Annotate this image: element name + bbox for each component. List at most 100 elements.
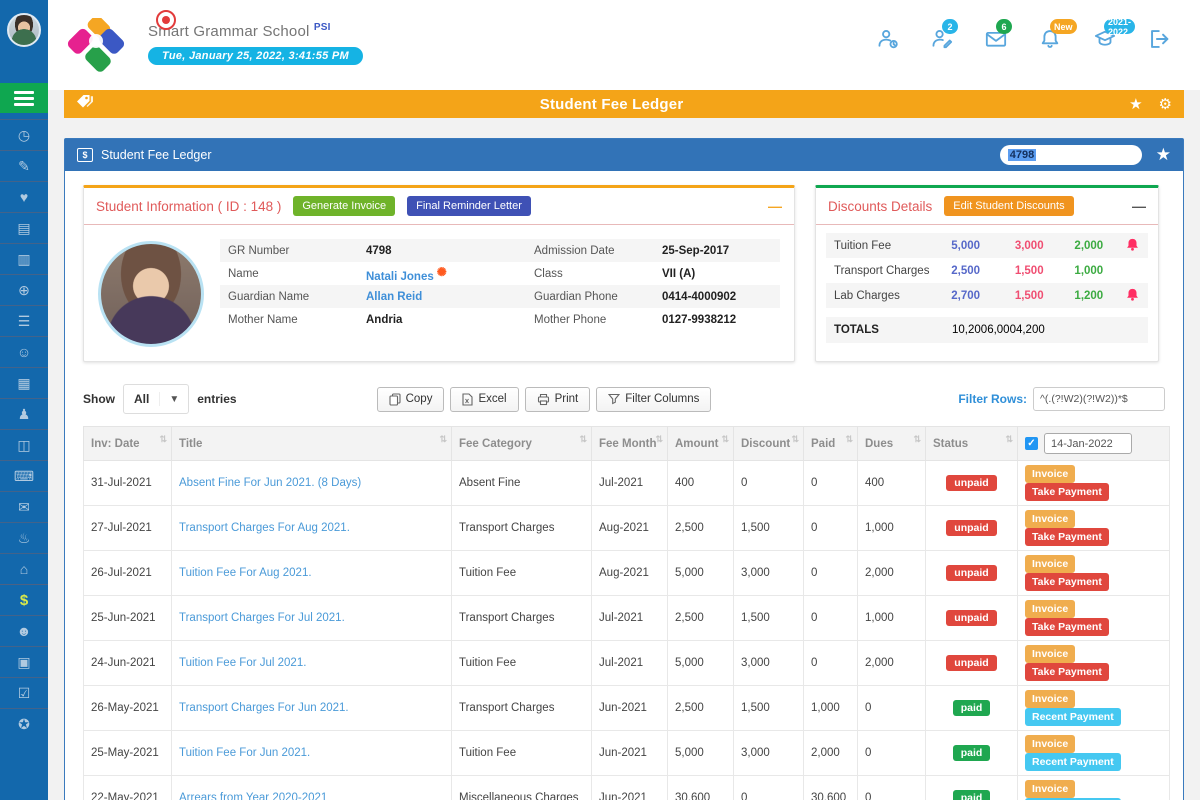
sidebar-item-parents[interactable]: ☻ (0, 615, 48, 646)
print-button[interactable]: Print (525, 387, 591, 412)
academic-session-icon[interactable]: 2021-2022 (1092, 28, 1118, 50)
invoice-button[interactable]: Invoice (1025, 690, 1075, 708)
sidebar-item-students[interactable]: ☺ (0, 336, 48, 367)
take-payment-button[interactable]: Take Payment (1025, 483, 1109, 501)
edit-student-discounts-button[interactable]: Edit Student Discounts (944, 196, 1073, 216)
excel-button[interactable]: Excel (450, 387, 518, 412)
col-inv-date[interactable]: Inv: Date⇅ (84, 427, 172, 461)
tags-icon[interactable] (76, 94, 94, 114)
gr-number-search-input[interactable]: 4798 (1000, 145, 1142, 165)
settings-gear-icon[interactable]: ⚙ (1159, 95, 1172, 113)
invoice-button[interactable]: Invoice (1025, 780, 1075, 798)
flower-icon[interactable]: ✺ (437, 265, 447, 279)
logout-icon[interactable] (1148, 28, 1172, 50)
take-payment-button[interactable]: Take Payment (1025, 663, 1109, 681)
status-cell: unpaid (926, 551, 1018, 596)
sidebar-item-tasks[interactable]: ☑ (0, 677, 48, 708)
fee-title-link[interactable]: Absent Fine For Jun 2021. (8 Days) (179, 477, 361, 489)
take-payment-button[interactable]: Take Payment (1025, 573, 1109, 591)
notifications-bell-icon[interactable]: New (1038, 28, 1062, 50)
fee-title-link[interactable]: Transport Charges For Jul 2021. (179, 612, 345, 624)
inv-date-cell: 25-Jun-2021 (84, 596, 172, 641)
sidebar-item-online-classes[interactable]: ⌨ (0, 460, 48, 491)
invoice-button[interactable]: Invoice (1025, 600, 1075, 618)
col-paid[interactable]: Paid⇅ (804, 427, 858, 461)
copy-button[interactable]: Copy (377, 387, 445, 412)
discount-name: Tuition Fee (834, 240, 951, 252)
discount-net: 2,000 (1074, 240, 1126, 252)
sidebar-item-fee-collection[interactable]: ▤ (0, 212, 48, 243)
inv-date-cell: 22-May-2021 (84, 776, 172, 800)
month-cell: Jul-2021 (592, 596, 668, 641)
sidebar-item-staff[interactable]: ♟ (0, 398, 48, 429)
entries-select[interactable]: All ▼ (123, 384, 189, 414)
sidebar-item-hostel[interactable]: ♨ (0, 522, 48, 553)
take-payment-button[interactable]: Take Payment (1025, 618, 1109, 636)
favorite-star-icon[interactable]: ★ (1129, 95, 1142, 113)
col-discount[interactable]: Discount⇅ (734, 427, 804, 461)
discounts-card: Discounts Details Edit Student Discounts… (815, 185, 1159, 362)
sidebar-item-dashboard[interactable]: ◷ (0, 119, 48, 150)
final-reminder-letter-button[interactable]: Final Reminder Letter (407, 196, 531, 216)
filter-rows-input[interactable] (1033, 387, 1165, 411)
amount-cell: 2,500 (668, 596, 734, 641)
sidebar-item-attendance[interactable]: ▦ (0, 367, 48, 398)
col-amount[interactable]: Amount⇅ (668, 427, 734, 461)
sidebar-item-fee-ledger[interactable]: $ (0, 584, 48, 615)
actions-cell: InvoiceTake Payment (1018, 461, 1170, 506)
student-attendance-icon[interactable] (876, 28, 900, 50)
recent-payment-button[interactable]: Recent Payment (1025, 753, 1121, 771)
payment-date-input[interactable] (1044, 433, 1132, 454)
sidebar-item-gallery[interactable]: ◫ (0, 429, 48, 460)
ledger-panel: $ Student Fee Ledger 4798 ★ Student Info… (64, 138, 1184, 800)
col-fee-month[interactable]: Fee Month⇅ (592, 427, 668, 461)
category-cell: Transport Charges (452, 596, 592, 641)
select-all-checkbox[interactable]: ✓ (1025, 437, 1038, 450)
invoice-button[interactable]: Invoice (1025, 555, 1075, 573)
sidebar-item-web-portal[interactable]: ⊕ (0, 274, 48, 305)
fee-title-link[interactable]: Tuition Fee For Jul 2021. (179, 657, 306, 669)
fee-title-link[interactable]: Tuition Fee For Aug 2021. (179, 567, 312, 579)
menu-toggle-button[interactable] (0, 83, 48, 113)
sidebar-item-id-cards[interactable]: ▥ (0, 243, 48, 274)
invoice-button[interactable]: Invoice (1025, 645, 1075, 663)
sidebar-item-certificates[interactable]: ▣ (0, 646, 48, 677)
student-link[interactable]: Natali Jones✺ (366, 265, 534, 283)
show-label: Show (83, 392, 115, 406)
sidebar-item-student-admission[interactable]: ✎ (0, 150, 48, 181)
take-payment-button[interactable]: Take Payment (1025, 528, 1109, 546)
reminder-bell-icon[interactable] (1126, 288, 1140, 304)
sidebar-item-health[interactable]: ♥ (0, 181, 48, 212)
paid-cell: 0 (804, 641, 858, 686)
generate-invoice-button[interactable]: Generate Invoice (293, 196, 395, 216)
fee-collection-icon: ▤ (17, 220, 30, 237)
invoice-button[interactable]: Invoice (1025, 510, 1075, 528)
recent-payment-button[interactable]: Recent Payment (1025, 708, 1121, 726)
sidebar-item-alumni[interactable]: ✪ (0, 708, 48, 739)
fee-title-link[interactable]: Transport Charges For Jun 2021. (179, 702, 349, 714)
user-avatar[interactable] (7, 13, 41, 47)
fee-title-link[interactable]: Transport Charges For Aug 2021. (179, 522, 350, 534)
col-dues[interactable]: Dues⇅ (858, 427, 926, 461)
table-row: 27-Jul-2021Transport Charges For Aug 202… (84, 506, 1170, 551)
sidebar-item-library[interactable]: ⌂ (0, 553, 48, 584)
collapse-student-card-icon[interactable]: — (768, 198, 782, 214)
panel-star-icon[interactable]: ★ (1156, 145, 1171, 165)
student-edit-icon[interactable]: 2 (930, 28, 954, 50)
invoice-button[interactable]: Invoice (1025, 735, 1075, 753)
student-link[interactable]: Allan Reid (366, 291, 534, 303)
page-title: Student Fee Ledger (94, 96, 1129, 113)
col-title[interactable]: Title⇅ (172, 427, 452, 461)
collapse-discounts-card-icon[interactable]: — (1132, 198, 1146, 214)
sidebar-item-payroll[interactable]: ✉ (0, 491, 48, 522)
reminder-bell-icon[interactable] (1126, 238, 1140, 254)
fee-title-link[interactable]: Arrears from Year 2020-2021 (179, 792, 327, 800)
sidebar-item-exams[interactable]: ☰ (0, 305, 48, 336)
messages-icon[interactable]: 6 (984, 28, 1008, 50)
col-status[interactable]: Status⇅ (926, 427, 1018, 461)
filter-columns-button[interactable]: Filter Columns (596, 387, 711, 412)
invoice-button[interactable]: Invoice (1025, 465, 1075, 483)
status-cell: unpaid (926, 461, 1018, 506)
col-fee-category[interactable]: Fee Category⇅ (452, 427, 592, 461)
fee-title-link[interactable]: Tuition Fee For Jun 2021. (179, 747, 310, 759)
